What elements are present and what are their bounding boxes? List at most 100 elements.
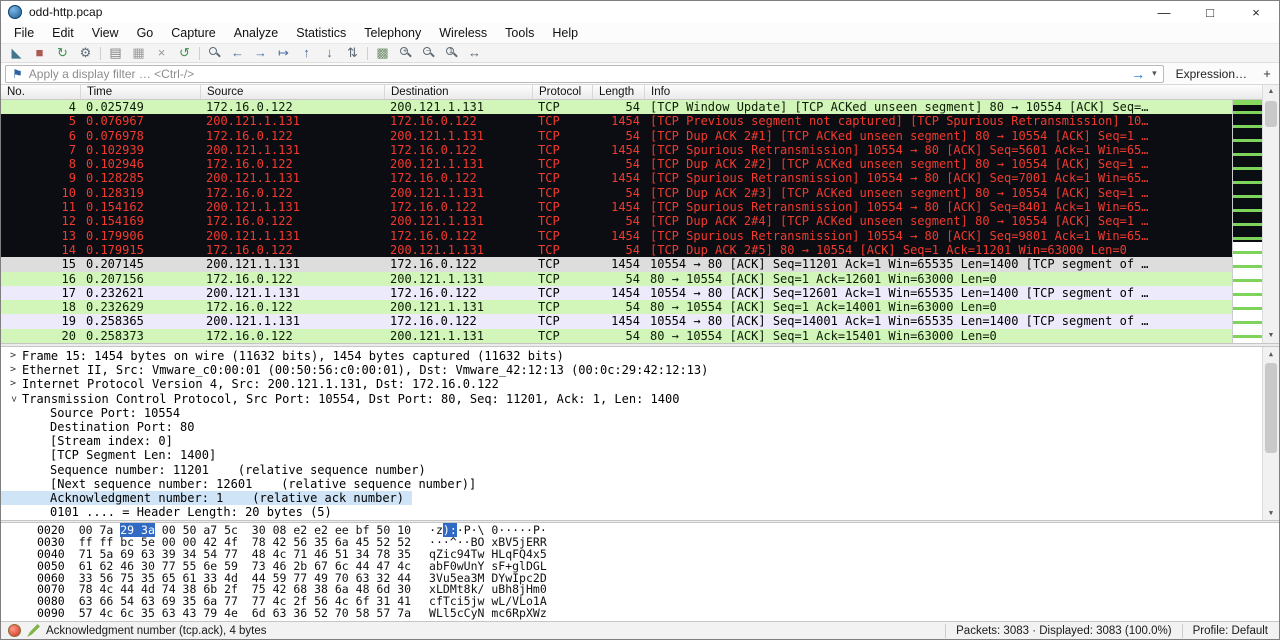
packet-row[interactable]: 120.154169172.16.0.122200.121.1.131TCP54… [1,214,1279,228]
add-filter-button[interactable]: + [1259,66,1275,81]
packet-row[interactable]: 200.258373172.16.0.122200.121.1.131TCP54… [1,329,1279,343]
scroll-down-icon[interactable]: ▼ [1263,329,1279,343]
detail-line[interactable]: >Internet Protocol Version 4, Src: 200.1… [1,377,1279,391]
collapse-arrow-icon[interactable]: > [6,393,20,405]
detail-line[interactable]: Destination Port: 80 [1,420,1279,434]
menu-statistics[interactable]: Statistics [287,23,355,43]
colorize-icon[interactable]: ▩ [371,44,394,62]
display-filter-input[interactable] [29,67,1126,81]
menu-view[interactable]: View [83,23,128,43]
close-file-icon[interactable]: × [150,44,173,62]
zoom-original-icon[interactable]: 1 [440,44,463,62]
column-header-no[interactable]: No. [1,85,81,99]
zoom-in-icon[interactable]: + [394,44,417,62]
go-last-icon[interactable]: ↓ [318,44,341,62]
go-back-icon[interactable]: ← [226,44,249,62]
find-packet-icon[interactable] [203,44,226,62]
column-header-length[interactable]: Length [593,85,645,99]
detail-line[interactable]: 0101 .... = Header Length: 20 bytes (5) [1,505,1279,519]
packet-row[interactable]: 180.232629172.16.0.122200.121.1.131TCP54… [1,300,1279,314]
profile-status[interactable]: Profile: Default [1193,625,1272,637]
detail-line[interactable]: [TCP Segment Len: 1400] [1,448,1279,462]
detail-line[interactable]: Sequence number: 11201 (relative sequenc… [1,463,1279,477]
titlebar[interactable]: odd-http.pcap —□× [1,1,1279,23]
restart-capture-icon[interactable]: ↻ [51,44,74,62]
details-scrollbar-thumb[interactable] [1265,363,1277,453]
details-scrollbar-track[interactable] [1263,361,1279,506]
detail-line[interactable]: [Next sequence number: 12601 (relative s… [1,477,1279,491]
packet-minimap-scrollbar[interactable] [1232,100,1262,343]
menu-analyze[interactable]: Analyze [225,23,287,43]
scroll-up-icon[interactable]: ▲ [1263,347,1279,361]
detail-line[interactable]: >Frame 15: 1454 bytes on wire (11632 bit… [1,349,1279,363]
detail-line[interactable]: >Ethernet II, Src: Vmware_c0:00:01 (00:5… [1,363,1279,377]
go-forward-icon[interactable]: → [249,44,272,62]
packet-row[interactable]: 110.154162200.121.1.131172.16.0.122TCP14… [1,200,1279,214]
packet-row[interactable]: 190.258365200.121.1.131172.16.0.122TCP14… [1,314,1279,328]
open-file-icon[interactable]: ▤ [104,44,127,62]
details-scrollbar[interactable]: ▲ ▼ [1262,347,1279,520]
detail-line[interactable]: >Transmission Control Protocol, Src Port… [1,392,1279,406]
detail-line[interactable]: Acknowledgment number: 1 (relative ack n… [1,491,412,505]
expand-arrow-icon[interactable]: > [7,363,19,377]
menu-tools[interactable]: Tools [496,23,543,43]
reload-file-icon[interactable]: ↺ [173,44,196,62]
menu-help[interactable]: Help [543,23,587,43]
capture-comment-icon[interactable] [27,624,40,637]
minimize-button[interactable]: — [1141,1,1187,23]
filter-bookmark-icon[interactable]: ⚑ [6,66,29,82]
packet-list-scrollbar[interactable]: ▲ ▼ [1262,85,1279,343]
detail-line[interactable]: [Stream index: 0] [1,434,1279,448]
column-header-info[interactable]: Info [645,85,1279,99]
packet-row[interactable]: 100.128319172.16.0.122200.121.1.131TCP54… [1,186,1279,200]
menu-edit[interactable]: Edit [43,23,83,43]
packet-cell-len: 54 [593,100,645,114]
packet-list-scrollbar-track[interactable] [1263,99,1279,329]
go-first-icon[interactable]: ↑ [295,44,318,62]
detail-line[interactable]: Source Port: 10554 [1,406,1279,420]
expression-button[interactable]: Expression… [1168,65,1255,83]
filter-dropdown-caret-icon[interactable]: ▾ [1150,68,1163,79]
packet-row[interactable]: 90.128285200.121.1.131172.16.0.122TCP145… [1,171,1279,185]
stop-capture-icon[interactable]: ■ [28,44,51,62]
menu-file[interactable]: File [5,23,43,43]
close-button[interactable]: × [1233,1,1279,23]
expand-arrow-icon[interactable]: > [7,377,19,391]
maximize-button[interactable]: □ [1187,1,1233,23]
menu-wireless[interactable]: Wireless [430,23,496,43]
packet-row[interactable]: 150.207145200.121.1.131172.16.0.122TCP14… [1,257,1279,271]
menu-telephony[interactable]: Telephony [355,23,430,43]
menu-go[interactable]: Go [128,23,163,43]
resize-columns-icon[interactable]: ↔ [463,44,486,62]
display-filter-field[interactable]: ⚑ → ▾ [5,65,1164,83]
packet-row[interactable]: 40.025749172.16.0.122200.121.1.131TCP54[… [1,100,1279,114]
packet-row[interactable]: 50.076967200.121.1.131172.16.0.122TCP145… [1,114,1279,128]
expand-arrow-icon[interactable]: > [7,349,19,363]
packet-row[interactable]: 160.207156172.16.0.122200.121.1.131TCP54… [1,272,1279,286]
capture-options-icon[interactable]: ⚙ [74,44,97,62]
expert-info-icon[interactable] [8,624,21,637]
scroll-down-icon[interactable]: ▼ [1263,506,1279,520]
auto-scroll-icon[interactable]: ⇅ [341,44,364,62]
packet-row[interactable]: 60.076978172.16.0.122200.121.1.131TCP54[… [1,129,1279,143]
column-header-protocol[interactable]: Protocol [533,85,593,99]
start-capture-icon[interactable]: ◣ [5,44,28,62]
packet-row[interactable]: 170.232621200.121.1.131172.16.0.122TCP14… [1,286,1279,300]
hex-row[interactable]: 009057 4c 6c 35 63 43 79 4e 6d 63 36 52 … [37,608,1279,620]
scroll-up-icon[interactable]: ▲ [1263,85,1279,99]
column-header-destination[interactable]: Destination [385,85,533,99]
hex-bytes: 57 4c 6c 35 63 43 79 4e 6d 63 36 52 70 5… [79,606,411,620]
column-header-source[interactable]: Source [201,85,385,99]
packet-row[interactable]: 80.102946172.16.0.122200.121.1.131TCP54[… [1,157,1279,171]
packet-list-scrollbar-thumb[interactable] [1265,101,1277,127]
packet-row[interactable]: 70.102939200.121.1.131172.16.0.122TCP145… [1,143,1279,157]
column-header-time[interactable]: Time [81,85,201,99]
zoom-out-icon[interactable]: − [417,44,440,62]
save-file-icon[interactable]: ▦ [127,44,150,62]
packet-cell-dst: 172.16.0.122 [385,314,533,328]
packet-row[interactable]: 130.179906200.121.1.131172.16.0.122TCP14… [1,229,1279,243]
go-to-packet-icon[interactable]: ↦ [272,44,295,62]
menu-capture[interactable]: Capture [162,23,224,43]
apply-filter-icon[interactable]: → [1126,66,1150,82]
packet-row[interactable]: 140.179915172.16.0.122200.121.1.131TCP54… [1,243,1279,257]
